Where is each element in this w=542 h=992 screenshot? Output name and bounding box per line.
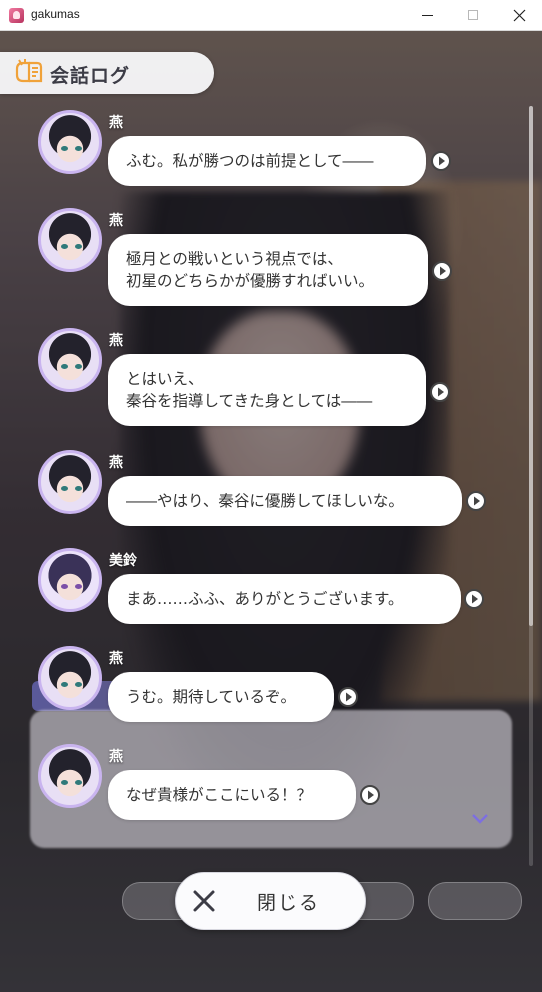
- play-voice-icon[interactable]: [429, 381, 451, 403]
- maximize-button[interactable]: [450, 0, 496, 30]
- background-fastforward-button: [428, 882, 522, 920]
- window-title: gakumas: [31, 7, 80, 21]
- play-voice-icon[interactable]: [337, 686, 359, 708]
- close-window-button[interactable]: [496, 0, 542, 30]
- dialogue-bubble: まあ……ふふ、ありがとうございます。: [108, 574, 461, 624]
- avatar-icon: [38, 744, 102, 808]
- play-voice-icon[interactable]: [463, 588, 485, 610]
- avatar-icon: [38, 110, 102, 174]
- speaker-name: 美鈴: [109, 553, 137, 569]
- dialogue-bubble: ――やはり、秦谷に優勝してほしいな。: [108, 476, 462, 526]
- log-title: 会話ログ: [50, 65, 131, 87]
- speaker-name: 燕: [109, 749, 123, 765]
- chevron-down-icon: [472, 814, 488, 824]
- maximize-icon: [468, 10, 478, 20]
- play-voice-icon[interactable]: [431, 260, 453, 282]
- speaker-name: 燕: [109, 333, 123, 349]
- dialogue-bubble: 極月との戦いという視点では、 初星のどちらかが優勝すればいい。: [108, 234, 428, 306]
- app-icon: [9, 8, 24, 23]
- dialogue-bubble: なぜ貴様がここにいる！？: [108, 770, 356, 820]
- speaker-name: 燕: [109, 651, 123, 667]
- avatar-icon: [38, 646, 102, 710]
- speaker-name: 燕: [109, 115, 123, 131]
- speaker-name: 燕: [109, 213, 123, 229]
- avatar-icon: [38, 548, 102, 612]
- dialogue-bubble: うむ。期待しているぞ。: [108, 672, 334, 722]
- close-window-icon: [513, 9, 525, 21]
- play-voice-icon[interactable]: [359, 784, 381, 806]
- dialogue-bubble: とはいえ、 秦谷を指導してきた身としては――: [108, 354, 426, 426]
- avatar-icon: [38, 208, 102, 272]
- close-log-label: 閉じる: [257, 892, 321, 914]
- dialogue-bubble: ふむ。私が勝つのは前提として――: [108, 136, 426, 186]
- log-book-icon: [15, 59, 43, 83]
- log-scrollbar-thumb[interactable]: [529, 106, 533, 626]
- play-voice-icon[interactable]: [430, 150, 452, 172]
- avatar-icon: [38, 450, 102, 514]
- speaker-name: 燕: [109, 455, 123, 471]
- window-titlebar: gakumas: [0, 0, 542, 31]
- play-voice-icon[interactable]: [465, 490, 487, 512]
- minimize-icon: [421, 14, 433, 16]
- avatar-icon: [38, 328, 102, 392]
- minimize-button[interactable]: [404, 0, 450, 30]
- close-x-icon: [193, 890, 215, 912]
